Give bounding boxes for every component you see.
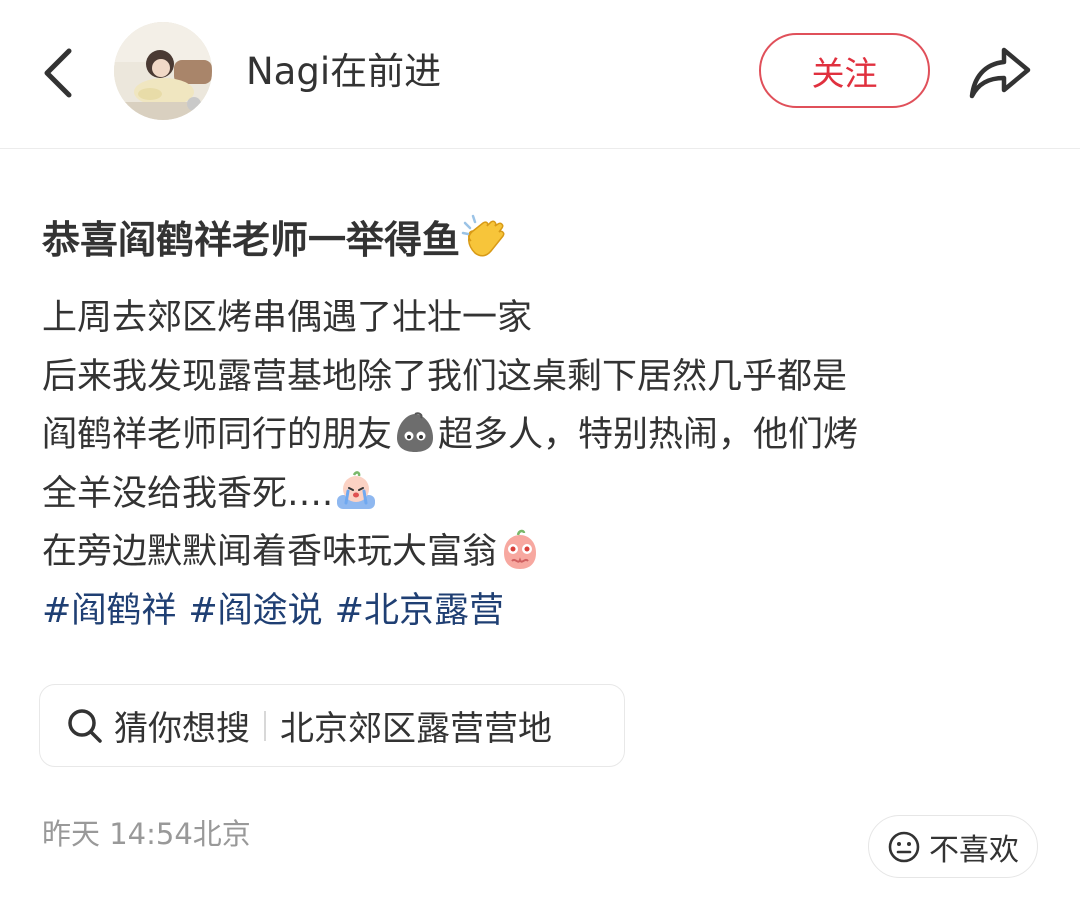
hashtag-1[interactable]: #阎鹤祥 <box>42 591 176 631</box>
clapping-hands-emoji <box>461 213 511 263</box>
dislike-button[interactable]: 不喜欢 <box>868 815 1038 878</box>
body-line-3: 阎鹤祥老师同行的朋友 超多人，特别热闹，他们烤 <box>42 406 1042 465</box>
body-line-3-part-2: 超多人，特别热闹，他们烤 <box>438 415 859 456</box>
hashtag-3[interactable]: #北京露营 <box>335 591 504 631</box>
avatar-photo <box>114 22 212 120</box>
chevron-left-icon <box>44 48 72 98</box>
post-detail-page: Nagi在前进 关注 恭喜阎鹤祥老师一举得鱼 上周去郊区烤串偶遇了壮壮一家 后来… <box>0 0 1080 907</box>
body-line-4-text: 全羊没给我香死…. <box>42 473 334 514</box>
search-suggestion-card[interactable]: 猜你想搜 北京郊区露营营地 <box>39 684 625 767</box>
share-button[interactable] <box>964 36 1036 108</box>
body-line-5: 在旁边默默闻着香味玩大富翁 <box>42 523 1042 582</box>
dislike-label: 不喜欢 <box>929 832 1019 868</box>
search-suggest-term[interactable]: 北京郊区露营营地 <box>280 701 552 750</box>
author-avatar[interactable] <box>114 22 212 120</box>
back-button[interactable] <box>28 40 88 106</box>
hashtag-row: #阎鹤祥 #阎途说 #北京露营 <box>42 582 1042 641</box>
body-line-5-text: 在旁边默默闻着香味玩大富翁 <box>42 532 498 573</box>
author-name[interactable]: Nagi在前进 <box>246 46 441 98</box>
body-line-2: 后来我发现露营基地除了我们这桌剩下居然几乎都是 <box>42 356 848 397</box>
post-body: 上周去郊区烤串偶遇了壮壮一家 后来我发现露营基地除了我们这桌剩下居然几乎都是 阎… <box>42 289 1042 641</box>
post-title-text: 恭喜阎鹤祥老师一举得鱼 <box>42 218 461 262</box>
hashtag-2[interactable]: #阎途说 <box>188 591 322 631</box>
share-arrow-icon <box>969 47 1031 99</box>
follow-button[interactable]: 关注 <box>759 33 930 108</box>
post-title: 恭喜阎鹤祥老师一举得鱼 <box>42 210 512 270</box>
body-line-3-part-1: 阎鹤祥老师同行的朋友 <box>42 415 393 456</box>
post-meta-time-location: 昨天 14:54北京 <box>42 817 251 851</box>
neutral-face-icon <box>888 831 920 862</box>
gray-blob-emoji <box>393 410 437 454</box>
search-suggest-label: 猜你想搜 <box>114 709 250 749</box>
pleading-emoji <box>498 527 542 571</box>
search-divider <box>264 710 266 741</box>
body-line-4: 全羊没给我香死…. <box>42 465 1042 524</box>
body-line-1: 上周去郊区烤串偶遇了壮壮一家 <box>42 298 533 338</box>
crying-emoji <box>334 469 378 513</box>
top-bar: Nagi在前进 关注 <box>0 0 1080 149</box>
search-icon <box>66 707 104 745</box>
